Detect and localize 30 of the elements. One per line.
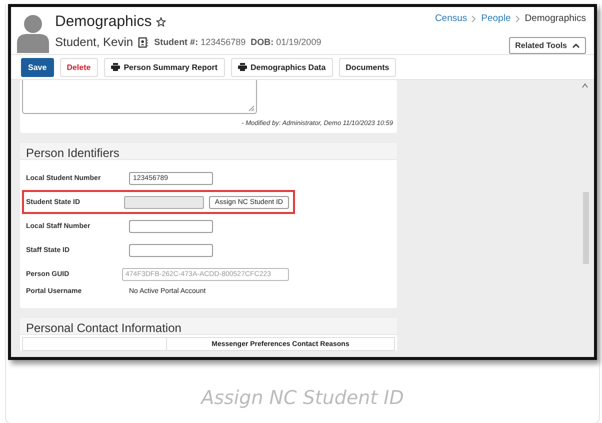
student-number: Student #: 123456789 bbox=[154, 37, 246, 47]
toolbar-button[interactable]: Demographics Data bbox=[230, 58, 333, 76]
toolbar-button[interactable]: Delete bbox=[60, 58, 98, 76]
breadcrumb-item[interactable]: People bbox=[481, 13, 511, 24]
chevron-icon bbox=[471, 14, 478, 22]
related-tools-button[interactable]: Related Tools bbox=[509, 37, 586, 54]
resize-grip-icon[interactable] bbox=[248, 105, 255, 112]
comment-field[interactable] bbox=[22, 80, 257, 114]
chevron-icon bbox=[514, 14, 521, 22]
printer-icon bbox=[238, 63, 247, 71]
scroll-up-icon[interactable] bbox=[582, 83, 588, 88]
breadcrumb-item: Demographics bbox=[524, 13, 586, 24]
contact-card-icon[interactable] bbox=[138, 36, 150, 48]
section-header: Personal Contact Information bbox=[20, 318, 397, 335]
star-icon[interactable] bbox=[156, 16, 166, 26]
toolbar-button[interactable]: Save bbox=[21, 58, 54, 76]
printer-icon bbox=[110, 63, 120, 71]
section-header: Person Identifiers bbox=[20, 143, 397, 160]
page-title: Demographics bbox=[55, 13, 152, 30]
breadcrumb-item[interactable]: Census bbox=[434, 13, 468, 24]
scrollbar-thumb[interactable] bbox=[583, 192, 589, 264]
toolbar-button[interactable]: Person Summary Report bbox=[104, 58, 225, 76]
birth-date: DOB: 01/19/2009 bbox=[250, 37, 322, 47]
input-field[interactable] bbox=[129, 244, 213, 256]
avatar-icon bbox=[17, 13, 49, 53]
toolbar-button[interactable]: Documents bbox=[338, 58, 396, 76]
caption: Assign NC Student ID bbox=[199, 387, 405, 409]
caret-icon bbox=[572, 43, 580, 48]
student-name: Student, Kevin bbox=[55, 35, 134, 49]
input-field[interactable] bbox=[129, 220, 213, 232]
